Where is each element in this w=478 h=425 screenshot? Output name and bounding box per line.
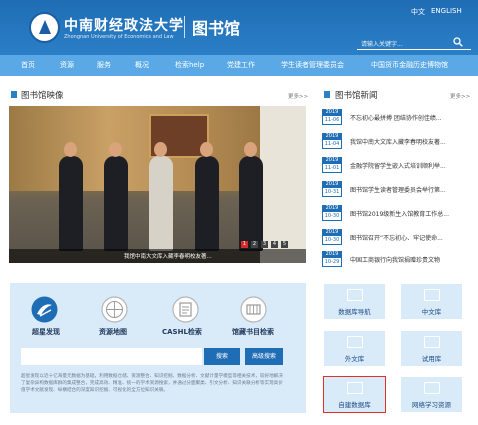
chaoxing-discovery-link[interactable]: 超星发现 <box>32 327 60 337</box>
tile-label: 试用库 <box>421 355 442 363</box>
news-item[interactable]: 不忘初心最拼搏 团结协作创佳绩... <box>350 113 468 122</box>
news-item[interactable]: 图书馆学生读者管理委员会举行第... <box>350 185 468 194</box>
carousel-page-5[interactable]: 5 <box>281 241 288 248</box>
section-bullet-icon <box>324 91 330 98</box>
tile-online-learning[interactable]: 网络学习资源 <box>401 377 462 412</box>
monitor-icon <box>424 336 440 348</box>
photo-more-link[interactable]: 更多>> <box>288 92 308 100</box>
carousel-page-3[interactable]: 3 <box>261 241 268 248</box>
discovery-description: 超星发现以近十亿海量元数据为基础，利用数据仓储、资源整合、知识挖掘、数据分析、文… <box>21 374 283 393</box>
monitor-icon <box>347 336 363 348</box>
tile-label: 网络学习资源 <box>412 401 451 409</box>
discovery-search-input[interactable] <box>21 348 202 365</box>
search-underline <box>357 49 471 50</box>
catalog-search-link[interactable]: 馆藏书目检索 <box>232 327 274 337</box>
university-name[interactable]: 中南财经政法大学 <box>64 15 184 35</box>
lang-en-link[interactable]: ENGLISH <box>431 7 462 15</box>
news-date-badge: 2019 11-01 <box>322 157 342 173</box>
news-date-badge: 2019 10-29 <box>322 251 342 267</box>
tile-trial-library[interactable]: 试用库 <box>401 331 462 366</box>
nav-home[interactable]: 首页 <box>21 60 35 70</box>
cashl-search-link[interactable]: CASHL检索 <box>162 327 202 337</box>
news-item[interactable]: 中国工商银行向我馆捐赠珍贵文物 <box>350 255 468 264</box>
photo-person <box>195 142 219 251</box>
nav-search-help[interactable]: 检索help <box>175 60 204 70</box>
university-name-en: Zhongnan University of Economics and Law <box>64 34 174 40</box>
news-item[interactable]: 我馆中南大文库入藏李春明校友著... <box>350 137 468 146</box>
search-button[interactable]: 搜索 <box>204 348 240 365</box>
cashl-search-icon[interactable] <box>172 296 199 323</box>
tile-label: 中文库 <box>421 308 442 316</box>
monitor-icon <box>347 382 363 394</box>
news-item[interactable]: 金融学院留学生嵌入式培训顺利举... <box>350 161 468 170</box>
nav-overview[interactable]: 概况 <box>135 60 149 70</box>
photo-caption[interactable]: 我馆中南大文库入藏李春明校友著... <box>124 252 212 260</box>
news-date-badge: 2019 11-04 <box>322 133 342 149</box>
nav-resources[interactable]: 资源 <box>60 60 74 70</box>
tile-foreign-library[interactable]: 外文库 <box>324 331 385 366</box>
advanced-search-button[interactable]: 高级搜索 <box>245 348 283 365</box>
nav-services[interactable]: 服务 <box>97 60 111 70</box>
news-item[interactable]: 图书馆2019级新生入馆教育工作总... <box>350 209 468 218</box>
news-date-badge: 2019 10-30 <box>322 229 342 245</box>
news-date-badge: 2019 10-30 <box>322 205 342 221</box>
section-bullet-icon <box>11 91 17 98</box>
university-logo-icon[interactable] <box>29 12 60 43</box>
nav-finance-museum[interactable]: 中国货币金融历史博物馆 <box>371 60 448 70</box>
tile-database-navigation[interactable]: 数据库导航 <box>324 284 385 319</box>
news-more-link[interactable]: 更多>> <box>450 92 470 100</box>
resource-map-icon[interactable] <box>101 296 128 323</box>
library-title[interactable]: 图书馆 <box>192 15 240 39</box>
carousel-page-1[interactable]: 1 <box>241 241 248 248</box>
news-date-badge: 2019 11-06 <box>322 109 342 125</box>
photo-carousel[interactable]: 我馆中南大文库入藏李春明校友著... 1 2 3 4 5 <box>9 106 306 263</box>
tile-label: 外文库 <box>344 355 365 363</box>
photo-curtain <box>260 106 306 263</box>
lang-cn-link[interactable]: 中文 <box>411 7 425 17</box>
header-divider <box>184 16 185 38</box>
carousel-page-4[interactable]: 4 <box>271 241 278 248</box>
photo-person <box>149 142 173 251</box>
monitor-icon <box>424 289 440 301</box>
photo-person <box>104 142 128 251</box>
carousel-page-2[interactable]: 2 <box>251 241 258 248</box>
tile-self-built-database[interactable]: 自建数据库 <box>323 376 386 413</box>
tile-label: 自建数据库 <box>338 401 371 409</box>
news-item[interactable]: 图书馆召开“不忘初心、牢记使命... <box>350 233 468 242</box>
monitor-icon <box>347 289 363 301</box>
tile-label: 数据库导航 <box>338 308 371 316</box>
photo-person <box>59 142 83 251</box>
chaoxing-discovery-icon[interactable] <box>31 296 58 323</box>
resource-map-link[interactable]: 资源地图 <box>99 327 127 337</box>
search-input[interactable]: 请输入关键字... <box>361 39 403 48</box>
site-header: 中南财经政法大学 Zhongnan University of Economic… <box>0 0 478 55</box>
nav-student-committee[interactable]: 学生读者管理委员会 <box>281 60 344 70</box>
monitor-icon <box>424 382 440 394</box>
catalog-search-icon[interactable] <box>240 296 267 323</box>
main-nav: 首页 资源 服务 概况 检索help 党建工作 学生读者管理委员会 中国货币金融… <box>0 55 478 76</box>
news-date-badge: 2019 10-31 <box>322 181 342 197</box>
nav-party-work[interactable]: 党建工作 <box>227 60 255 70</box>
photo-person <box>239 142 263 251</box>
photo-section-title: 图书馆映像 <box>21 91 64 101</box>
tile-chinese-library[interactable]: 中文库 <box>401 284 462 319</box>
news-section-title: 图书馆新闻 <box>335 91 378 101</box>
search-icon[interactable] <box>453 37 463 47</box>
